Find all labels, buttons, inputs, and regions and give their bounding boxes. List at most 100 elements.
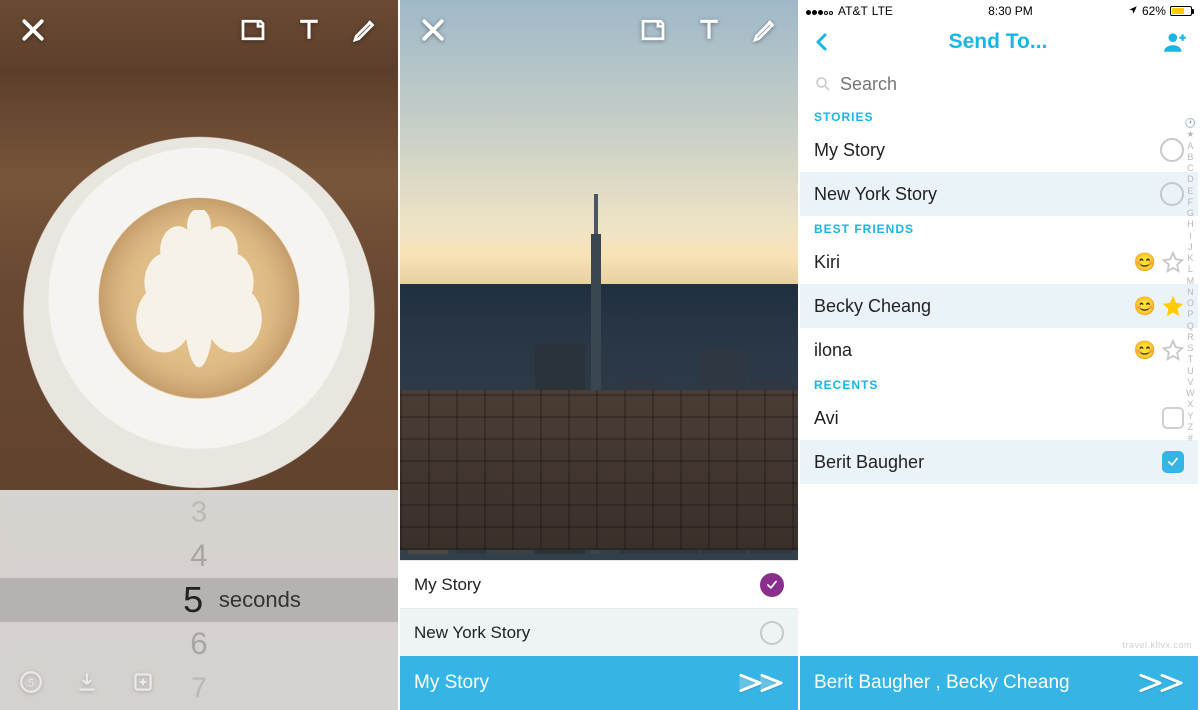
index-letter[interactable]: V [1187, 377, 1193, 388]
timer-icon[interactable]: 5 [18, 669, 44, 695]
text-icon[interactable] [294, 15, 324, 45]
close-icon[interactable] [418, 15, 448, 45]
index-letter[interactable]: X [1187, 399, 1193, 410]
send-to-navbar: Send To... [800, 20, 1198, 64]
story-option-label: My Story [414, 575, 481, 595]
row-label: New York Story [814, 184, 937, 205]
index-letter[interactable]: O [1187, 298, 1194, 309]
index-letter[interactable]: R [1187, 332, 1194, 343]
editor-bottom-toolbar: 5 [0, 654, 398, 710]
send-bar[interactable]: Berit Baugher , Becky Cheang [800, 656, 1198, 710]
location-icon [1128, 4, 1138, 18]
draw-pencil-icon[interactable] [750, 15, 780, 45]
index-letter[interactable]: P [1187, 309, 1193, 320]
checkbox-unchecked-icon[interactable] [1162, 407, 1184, 429]
index-letter[interactable]: ★ [1186, 129, 1194, 140]
index-letter[interactable]: F [1188, 197, 1194, 208]
battery-pct: 62% [1142, 4, 1166, 18]
index-letter[interactable]: N [1187, 287, 1194, 298]
add-friend-icon[interactable] [1162, 29, 1188, 55]
timer-selected-value: 5 [183, 579, 203, 621]
index-letter[interactable]: L [1188, 264, 1193, 275]
timer-unit-label: seconds [219, 587, 301, 613]
sticker-icon[interactable] [238, 15, 268, 45]
row-label: My Story [814, 140, 885, 161]
panel-send-to: AT&T LTE 8:30 PM 62% Send To... STORIES [800, 0, 1200, 710]
index-letter[interactable]: B [1187, 152, 1193, 163]
index-letter[interactable]: D [1187, 174, 1194, 185]
star-outline-icon[interactable] [1162, 339, 1184, 361]
story-option-local-story[interactable]: New York Story [400, 608, 798, 656]
story-option-my-story[interactable]: My Story [400, 560, 798, 608]
index-letter[interactable]: Q [1187, 321, 1194, 332]
index-letter[interactable]: E [1187, 186, 1193, 197]
index-letter[interactable]: U [1187, 366, 1194, 377]
section-header-recents: RECENTS [800, 372, 1198, 396]
radio-unchecked-icon[interactable] [760, 621, 784, 645]
bff-emoji-icon: 😊 [1134, 340, 1156, 361]
index-letter[interactable]: S [1187, 343, 1193, 354]
signal-dots-icon [806, 4, 834, 18]
timer-option[interactable]: 4 [16, 536, 382, 576]
checkbox-checked-icon[interactable] [1162, 451, 1184, 473]
radio-checked-icon[interactable] [760, 573, 784, 597]
star-filled-icon[interactable] [1162, 295, 1184, 317]
send-row-friend[interactable]: Kiri 😊 [800, 240, 1198, 284]
story-option-label: New York Story [414, 623, 530, 643]
bff-emoji-icon: 😊 [1134, 252, 1156, 273]
network-label: LTE [872, 4, 893, 18]
watermark: travel.kllvx.com [1122, 640, 1192, 650]
editor-topbar [400, 0, 798, 60]
latte-art [99, 198, 299, 398]
index-letter[interactable]: A [1187, 141, 1193, 152]
index-letter[interactable]: C [1187, 163, 1194, 174]
search-input[interactable] [840, 74, 1184, 95]
index-letter[interactable]: H [1187, 219, 1194, 230]
index-letter[interactable]: T [1188, 354, 1194, 365]
timer-picker[interactable]: 3 4 5 6 7 5 seconds 5 [0, 490, 398, 710]
index-letter[interactable]: 🕐 [1185, 118, 1196, 129]
status-time: 8:30 PM [988, 4, 1033, 18]
index-letter[interactable]: # [1188, 433, 1193, 444]
index-letter[interactable]: M [1187, 276, 1195, 287]
send-row-local-story[interactable]: New York Story [800, 172, 1198, 216]
panel-snap-editor-timer: 3 4 5 6 7 5 seconds 5 [0, 0, 400, 710]
index-letter[interactable]: K [1187, 253, 1193, 264]
search-bar[interactable] [800, 64, 1198, 104]
row-label: Kiri [814, 252, 840, 273]
send-arrow-icon[interactable] [738, 668, 784, 698]
send-bar[interactable]: My Story [400, 656, 798, 710]
send-bar-label: Berit Baugher , Becky Cheang [814, 672, 1070, 694]
save-icon[interactable] [74, 669, 100, 695]
send-bar-label: My Story [414, 672, 489, 694]
send-arrow-icon[interactable] [1138, 668, 1184, 698]
send-row-recent[interactable]: Avi [800, 396, 1198, 440]
send-row-recent[interactable]: Berit Baugher [800, 440, 1198, 484]
text-icon[interactable] [694, 15, 724, 45]
index-letter[interactable]: Z [1188, 422, 1194, 433]
index-letter[interactable]: Y [1187, 411, 1193, 422]
add-to-story-icon[interactable] [130, 669, 156, 695]
carrier-label: AT&T [838, 4, 868, 18]
back-chevron-icon[interactable] [810, 30, 834, 54]
timer-option[interactable]: 3 [30, 493, 368, 530]
send-row-my-story[interactable]: My Story [800, 128, 1198, 172]
foreground-buildings [400, 390, 798, 550]
send-row-friend[interactable]: ilona 😊 [800, 328, 1198, 372]
row-label: Becky Cheang [814, 296, 931, 317]
alpha-index[interactable]: 🕐★ABCDEFGHIJKLMNOPQRSTUVWXYZ# [1185, 118, 1196, 444]
draw-pencil-icon[interactable] [350, 15, 380, 45]
index-letter[interactable]: W [1186, 388, 1195, 399]
star-outline-icon[interactable] [1162, 251, 1184, 273]
index-letter[interactable]: J [1188, 242, 1193, 253]
radio-unchecked-icon[interactable] [1160, 182, 1184, 206]
index-letter[interactable]: G [1187, 208, 1194, 219]
row-label: ilona [814, 340, 852, 361]
sticker-icon[interactable] [638, 15, 668, 45]
radio-unchecked-icon[interactable] [1160, 138, 1184, 162]
index-letter[interactable]: I [1189, 231, 1192, 242]
search-icon [814, 75, 832, 93]
editor-topbar [0, 0, 398, 60]
close-icon[interactable] [18, 15, 48, 45]
send-row-friend[interactable]: Becky Cheang 😊 [800, 284, 1198, 328]
